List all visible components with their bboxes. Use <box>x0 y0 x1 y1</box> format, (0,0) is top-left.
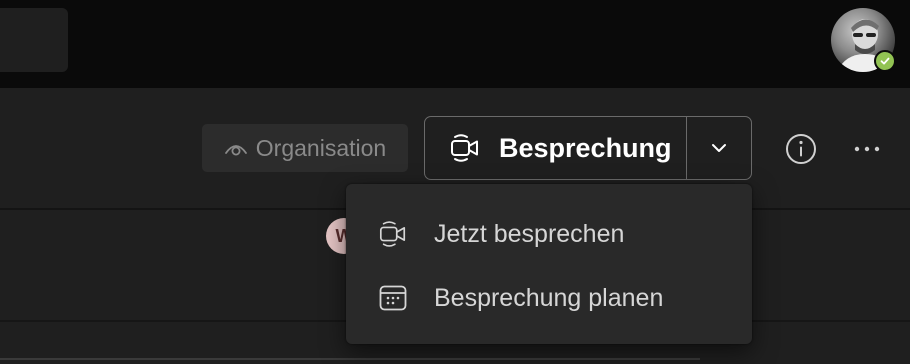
meet-button-label: Besprechung <box>499 132 672 163</box>
meet-options-menu: Jetzt besprechen Besprechung planen <box>346 184 752 344</box>
meet-options-dropdown-button[interactable] <box>686 117 751 179</box>
presence-status-icon <box>874 50 896 72</box>
more-options-icon <box>852 145 882 153</box>
calendar-icon <box>378 283 408 313</box>
top-bar <box>0 0 910 88</box>
chevron-down-icon <box>710 142 728 154</box>
search-box[interactable] <box>0 8 68 72</box>
meet-button[interactable]: Besprechung <box>424 116 752 180</box>
menu-item-meet-now[interactable]: Jetzt besprechen <box>346 202 752 266</box>
menu-item-label: Jetzt besprechen <box>434 219 625 248</box>
eye-icon <box>224 139 248 157</box>
organisation-button[interactable]: Organisation <box>202 124 408 172</box>
menu-item-label: Besprechung planen <box>434 283 664 312</box>
video-camera-icon <box>449 132 481 164</box>
menu-item-schedule-meeting[interactable]: Besprechung planen <box>346 266 752 330</box>
info-icon <box>784 132 818 166</box>
video-camera-icon <box>378 219 408 249</box>
info-button[interactable] <box>784 132 818 166</box>
organisation-label: Organisation <box>255 134 387 161</box>
divider <box>0 358 700 360</box>
meet-now-button[interactable]: Besprechung <box>425 117 686 179</box>
more-options-button[interactable] <box>850 134 884 164</box>
